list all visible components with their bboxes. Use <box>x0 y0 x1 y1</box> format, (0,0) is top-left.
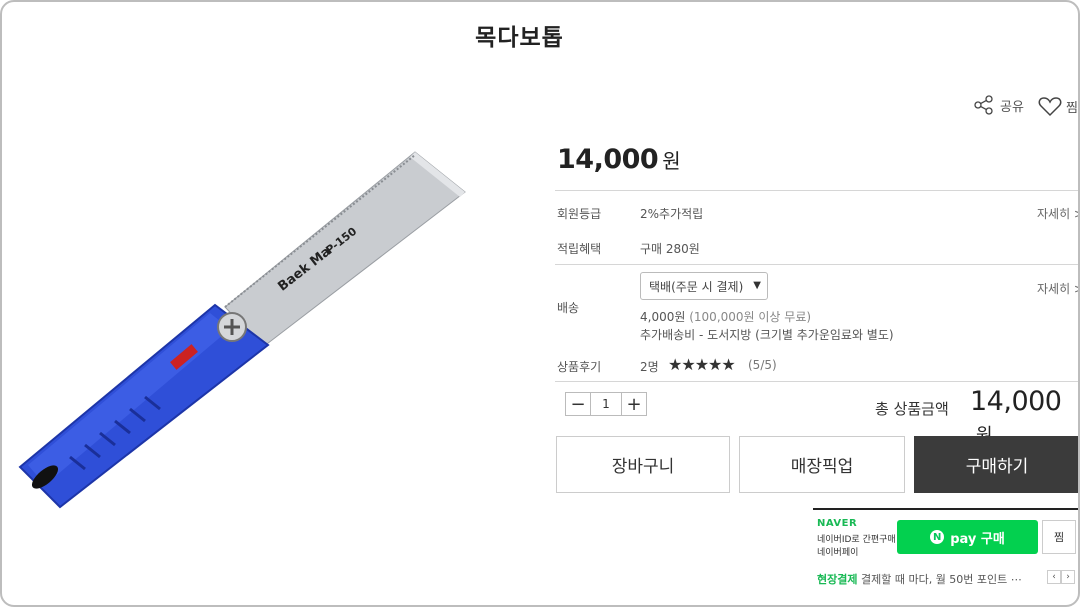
buy-now-button[interactable]: 구매하기 <box>914 436 1078 493</box>
product-price: 14,000 원 <box>557 144 681 175</box>
divider <box>555 264 1078 265</box>
banner-nav: ‹ › <box>1047 570 1075 584</box>
price-unit: 원 <box>662 149 681 173</box>
divider <box>555 190 1078 191</box>
npay-icon: N <box>930 530 945 544</box>
npay-buy-button[interactable]: N pay 구매 <box>897 520 1038 554</box>
points-value: 구매 280원 <box>640 242 700 256</box>
rating-stars-icon: ★★★★★ <box>668 355 736 374</box>
product-page: 목다보톱 Baek Ma P-150 공유 찜 14,000 원 회원등급 2%… <box>0 0 1080 607</box>
shipping-label: 배송 <box>557 301 580 315</box>
onsite-payment-banner: 현장결제 결제할 때 마다, 월 50번 포인트 ⋯ <box>817 571 1022 587</box>
add-to-cart-button[interactable]: 장바구니 <box>556 436 730 493</box>
chevron-left-icon[interactable]: ‹ <box>1047 570 1061 584</box>
naver-pay-text: 네이버페이 <box>817 548 859 558</box>
price-amount: 14,000 <box>557 144 659 175</box>
shipping-fee: 4,000원 (100,000원 이상 무료) <box>640 308 811 325</box>
shipping-method-select[interactable]: 택배(주문 시 결제) ▼ <box>640 272 768 300</box>
shipping-extra-note: 추가배송비 - 도서지방 (크기별 추가운임료와 별도) <box>640 328 894 342</box>
product-image: Baek Ma P-150 <box>18 151 466 509</box>
review-label: 상품후기 <box>557 360 602 374</box>
shipping-free-note: (100,000원 이상 무료) <box>689 310 812 324</box>
shipping-more-link[interactable]: 자세히 > <box>1037 280 1078 297</box>
onsite-payment-text: 결제할 때 마다, 월 50번 포인트 ⋯ <box>860 573 1022 586</box>
chevron-right-icon[interactable]: › <box>1061 570 1075 584</box>
share-icon <box>974 95 993 115</box>
share-label: 공유 <box>1000 99 1024 115</box>
total-label: 총 상품금액 <box>875 400 949 418</box>
quantity-stepper: − 1 + <box>565 392 647 416</box>
page-title: 목다보톱 <box>475 25 564 51</box>
share-button[interactable]: 공유 <box>974 95 1024 115</box>
wish-label: 찜 <box>1066 100 1078 116</box>
minus-button[interactable]: − <box>566 393 590 415</box>
naver-logo: NAVER <box>817 518 858 529</box>
member-grade-value: 2%추가적립 <box>640 207 704 221</box>
rating-score: (5/5) <box>748 358 777 372</box>
member-grade-more-link[interactable]: 자세히 > <box>1037 205 1078 222</box>
shipping-method-value: 택배(주문 시 결제) <box>649 279 744 294</box>
naver-zzim-button[interactable]: 찜 <box>1042 520 1076 554</box>
points-label: 적립혜택 <box>557 242 602 256</box>
onsite-payment-highlight: 현장결제 <box>817 573 858 586</box>
member-grade-label: 회원등급 <box>557 207 602 221</box>
review-count: 2명 <box>640 360 659 374</box>
wish-button[interactable]: 찜 <box>1038 95 1078 117</box>
heart-icon <box>1038 97 1062 117</box>
divider <box>555 381 1078 382</box>
plus-button[interactable]: + <box>622 393 646 415</box>
divider <box>813 508 1078 510</box>
shipping-fee-amount: 4,000원 <box>640 310 686 324</box>
chevron-down-icon: ▼ <box>753 280 761 291</box>
store-pickup-button[interactable]: 매장픽업 <box>739 436 905 493</box>
naver-easy-buy-text: 네이버ID로 간편구매 <box>817 535 896 545</box>
total-amount: 14,000 <box>970 386 1062 417</box>
npay-buy-label: pay 구매 <box>950 531 1005 547</box>
quantity-input[interactable]: 1 <box>590 393 622 415</box>
